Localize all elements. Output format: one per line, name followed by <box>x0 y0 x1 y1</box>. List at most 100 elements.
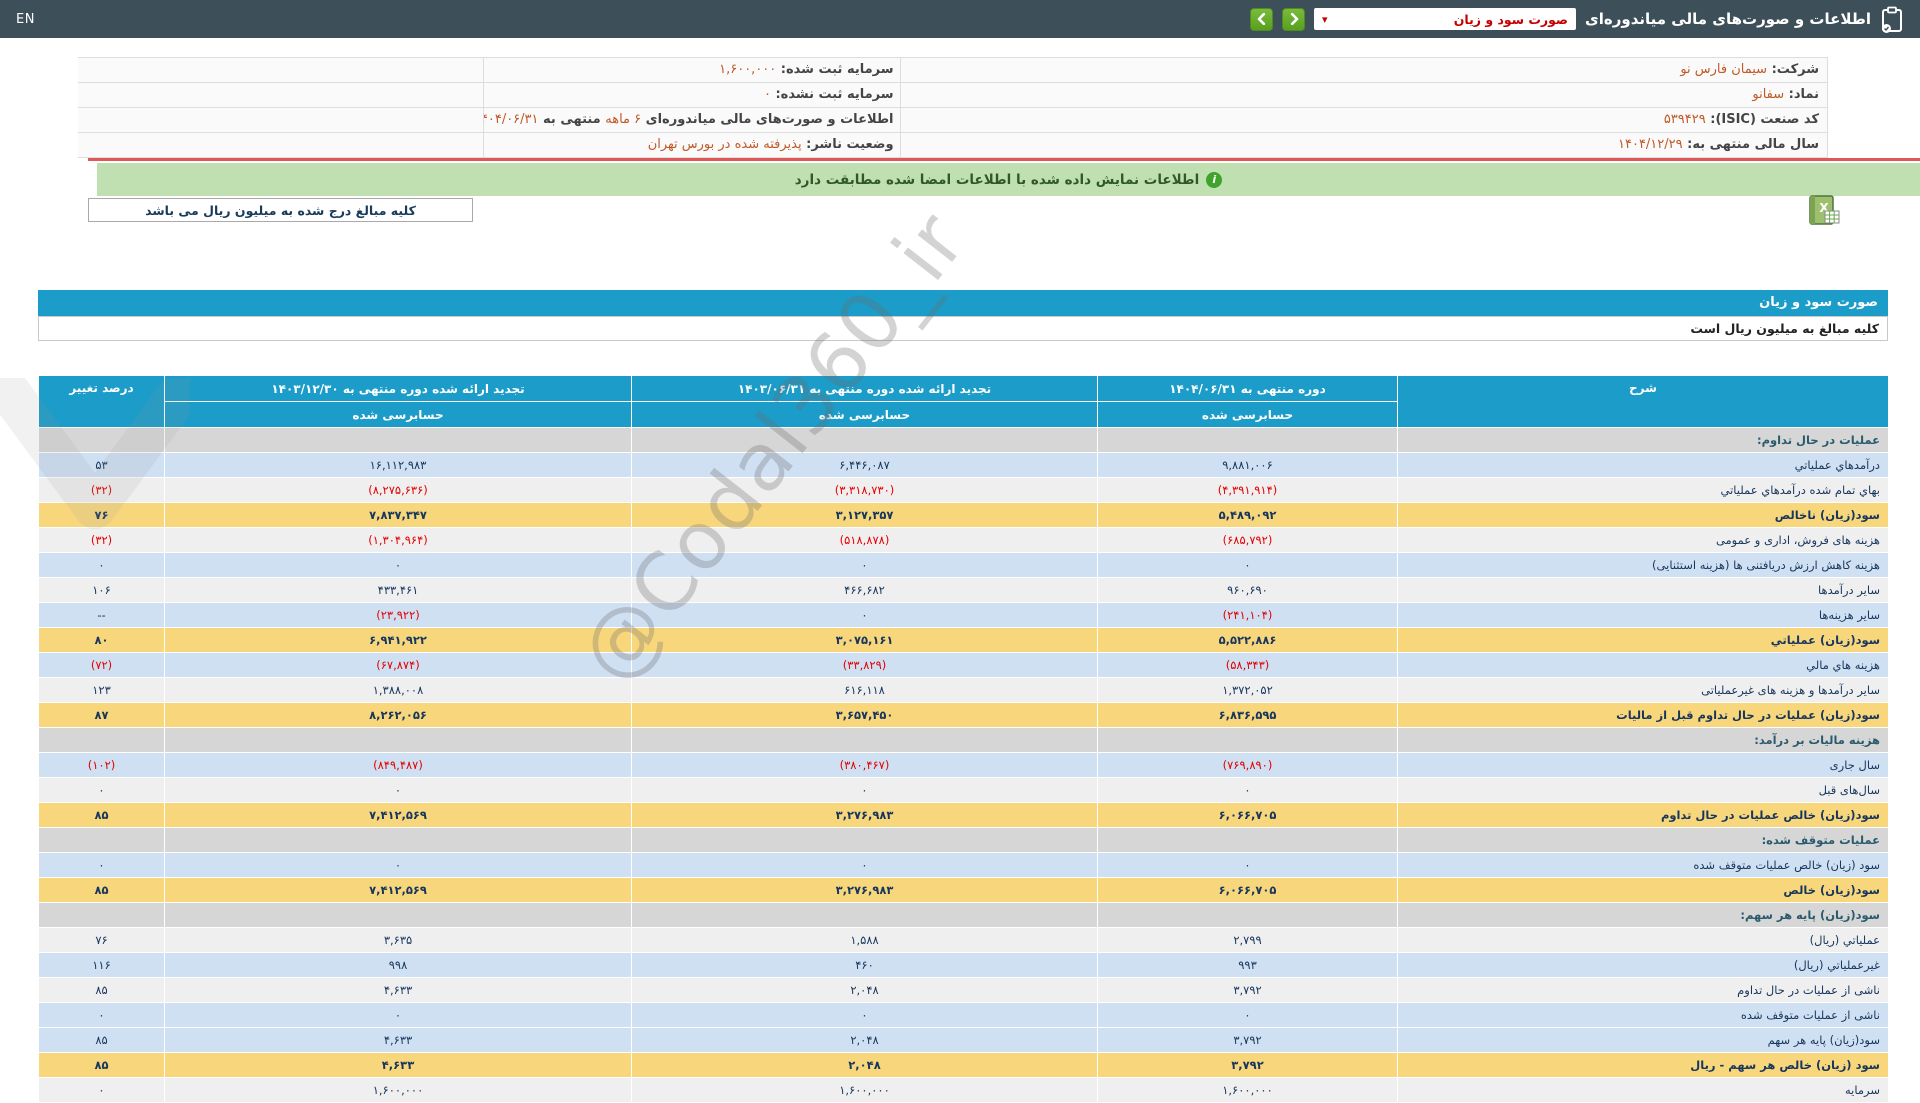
value-cell: ۰ <box>631 852 1098 878</box>
table-row: سال‌های قبل ۰ ۰ ۰ ۰ <box>38 777 1889 803</box>
value-cell: ۲,۰۴۸ <box>631 977 1098 1003</box>
value-cell: ۰ <box>1097 777 1398 803</box>
table-row: درآمدهاي عملياتي ۹,۸۸۱,۰۰۶ ۶,۴۴۶,۰۸۷ ۱۶,۱۱۲… <box>38 452 1889 478</box>
chevron-down-icon: ▾ <box>1322 12 1328 26</box>
section-label-cell: سود(زيان) پایه هر سهم: <box>1397 902 1889 928</box>
value-cell: ۶,۹۴۱,۹۲۲ <box>164 627 632 653</box>
value-cell <box>1097 727 1398 753</box>
company-info-cell <box>78 133 483 157</box>
language-toggle-en[interactable]: EN <box>16 12 35 27</box>
value-cell: ۰ <box>631 602 1098 628</box>
company-info-row: کد صنعت (ISIC): ۵۳۹۴۲۹ اطلاعات و صورت‌های… <box>78 108 1828 133</box>
company-info-cell: نماد: سفانو <box>899 83 1827 107</box>
prev-report-button[interactable] <box>1250 7 1274 31</box>
value-cell: (۶۷,۸۷۴) <box>164 652 632 678</box>
value-cell <box>164 727 632 753</box>
value-cell: ۳,۱۲۷,۳۵۷ <box>631 502 1098 528</box>
value-cell: (۸,۲۷۵,۶۳۶) <box>164 477 632 503</box>
value-cell: ۱,۳۷۲,۰۵۲ <box>1097 677 1398 703</box>
value-cell: ۴۶۶,۶۸۲ <box>631 577 1098 603</box>
table-row: سود (زیان) خالص عملیات متوقف شده ۰ ۰ ۰ ۰ <box>38 852 1889 878</box>
change-cell: ۸۵ <box>38 977 165 1003</box>
change-cell: ۸۵ <box>38 877 165 903</box>
row-label-cell: سال جاری <box>1397 752 1889 778</box>
value-cell: ۸,۲۶۲,۰۵۶ <box>164 702 632 728</box>
page-title: اطلاعات و صورت‌های مالی میاندوره‌ای <box>1585 10 1871 28</box>
value-cell: ۰ <box>1097 552 1398 578</box>
company-info-row: نماد: سفانو سرمایه ثبت نشده: ۰ <box>78 83 1828 108</box>
company-info-table: شرکت: سیمان فارس نو سرمایه ثبت شده: ۱,۶۰۰… <box>78 57 1828 158</box>
value-cell <box>631 902 1098 928</box>
change-cell: ۸۷ <box>38 702 165 728</box>
company-info-row: سال مالی منتهی به: ۱۴۰۴/۱۲/۲۹ وضعیت ناشر:… <box>78 133 1828 158</box>
row-label-cell: سایر درآمدها <box>1397 577 1889 603</box>
col-header-period-restated-1: تجدید ارائه شده دوره منتهی به ۱۴۰۳/۰۶/۳۱ <box>631 375 1098 402</box>
value-cell <box>164 427 632 453</box>
value-cell: ۰ <box>164 852 632 878</box>
value-cell: (۳۳,۸۲۹) <box>631 652 1098 678</box>
report-type-value: صورت سود و زیان <box>1453 11 1569 27</box>
row-label-cell: ناشی از عملیات در حال تداوم <box>1397 977 1889 1003</box>
value-cell: (۵۱۸,۸۷۸) <box>631 527 1098 553</box>
row-label-cell: عملیاتي (ریال) <box>1397 927 1889 953</box>
value-cell: ۶,۰۶۶,۷۰۵ <box>1097 877 1398 903</box>
codal-report-page: اطلاعات و صورت‌های مالی میاندوره‌ای صورت… <box>0 0 1920 1103</box>
table-row: سود(زيان) خالص عملیات در حال تداوم ۶,۰۶۶,… <box>38 802 1889 828</box>
row-label-cell: سایر هزینه‌ها <box>1397 602 1889 628</box>
chevron-right-icon <box>1290 13 1298 25</box>
col-subheader-audited-0: حسابرسی شده <box>1097 401 1398 428</box>
excel-export-icon[interactable]: X <box>1805 195 1841 226</box>
section-label-cell: عملیات متوقف شده: <box>1397 827 1889 853</box>
table-header: شرح دوره منتهی به ۱۴۰۴/۰۶/۳۱ تجدید ارائه… <box>38 375 1889 428</box>
change-cell: ۸۵ <box>38 802 165 828</box>
top-header: اطلاعات و صورت‌های مالی میاندوره‌ای صورت… <box>0 0 1920 38</box>
change-cell: (۳۲) <box>38 477 165 503</box>
value-cell <box>631 727 1098 753</box>
change-cell: (۱۰۲) <box>38 752 165 778</box>
row-label-cell: هزینه هاي مالي <box>1397 652 1889 678</box>
change-cell: (۳۲) <box>38 527 165 553</box>
value-cell: ۷,۴۱۲,۵۶۹ <box>164 877 632 903</box>
table-row: سود(زيان) عملیات در حال تداوم قبل از مال… <box>38 702 1889 728</box>
table-row: سرمایه ۱,۶۰۰,۰۰۰ ۱,۶۰۰,۰۰۰ ۱,۶۰۰,۰۰۰ ۰ <box>38 1077 1889 1103</box>
change-cell: ۵۳ <box>38 452 165 478</box>
value-cell: ۲,۰۴۸ <box>631 1027 1098 1053</box>
value-cell: (۳,۳۱۸,۷۳۰) <box>631 477 1098 503</box>
value-cell: ۰ <box>1097 852 1398 878</box>
value-cell: ۱,۶۰۰,۰۰۰ <box>164 1077 632 1103</box>
change-cell: ۸۵ <box>38 1052 165 1078</box>
unit-note-box: کلیه مبالغ درج شده به میلیون ریال می باش… <box>88 198 473 222</box>
row-label-cell: بهاي تمام شده درآمدهاي عملياتي <box>1397 477 1889 503</box>
signature-match-banner: i اطلاعات نمایش داده شده با اطلاعات امضا… <box>97 163 1920 196</box>
value-cell: ۴,۶۳۳ <box>164 1052 632 1078</box>
value-cell: ۱۶,۱۱۲,۹۸۳ <box>164 452 632 478</box>
table-row: سود(زيان) ناخالص ۵,۴۸۹,۰۹۲ ۳,۱۲۷,۳۵۷ ۷,۸۳۷,… <box>38 502 1889 528</box>
income-statement-body: عملیات در حال تداوم: درآمدهاي عملياتي ۹,۸۸… <box>38 427 1889 1103</box>
row-label-cell: درآمدهاي عملياتي <box>1397 452 1889 478</box>
change-cell: ۰ <box>38 1077 165 1103</box>
value-cell: ۴,۶۳۳ <box>164 1027 632 1053</box>
row-label-cell: هزینه کاهش ارزش دریافتنی ها (هزینه استثن… <box>1397 552 1889 578</box>
table-row: سایر هزینه‌ها (۲۴۱,۱۰۴) ۰ (۲۳,۹۲۲) -- <box>38 602 1889 628</box>
value-cell: ۰ <box>631 552 1098 578</box>
report-type-select[interactable]: صورت سود و زیان ▾ <box>1314 8 1577 30</box>
company-info-cell: سال مالی منتهی به: ۱۴۰۴/۱۲/۲۹ <box>899 133 1827 157</box>
next-report-button[interactable] <box>1282 7 1306 31</box>
value-cell: ۶,۰۶۶,۷۰۵ <box>1097 802 1398 828</box>
value-cell: ۰ <box>631 1002 1098 1028</box>
row-label-cell: سود(زيان) خالص <box>1397 877 1889 903</box>
value-cell: ۰ <box>164 777 632 803</box>
value-cell: ۱,۶۰۰,۰۰۰ <box>631 1077 1098 1103</box>
change-cell: -- <box>38 602 165 628</box>
col-subheader-audited-1: حسابرسی شده <box>631 401 1098 428</box>
change-cell: ۷۶ <box>38 927 165 953</box>
company-info-cell: سرمایه ثبت شده: ۱,۶۰۰,۰۰۰ <box>482 58 900 82</box>
value-cell: (۸۴۹,۴۸۷) <box>164 752 632 778</box>
chevron-left-icon <box>1257 13 1265 25</box>
value-cell: ۴۶۰ <box>631 952 1098 978</box>
section-row: هزینه مالیات بر درآمد: <box>38 727 1889 753</box>
value-cell: ۲,۰۴۸ <box>631 1052 1098 1078</box>
value-cell <box>1097 902 1398 928</box>
clipboard-icon <box>1880 6 1904 33</box>
company-info-cell: سرمایه ثبت نشده: ۰ <box>482 83 900 107</box>
